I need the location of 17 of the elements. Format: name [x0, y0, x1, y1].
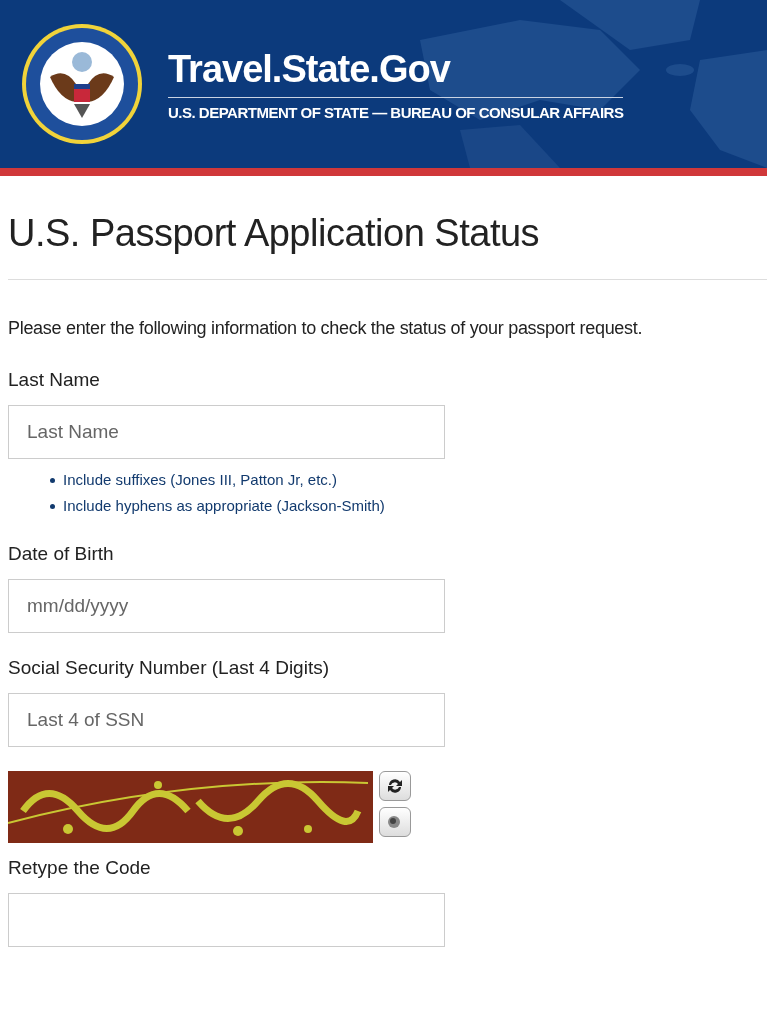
refresh-icon: [385, 776, 405, 796]
audio-button[interactable]: [379, 807, 411, 837]
hint-text: Include suffixes (Jones III, Patton Jr, etc.): [63, 470, 338, 490]
input-field[interactable]: mm/dd/yyyy: [8, 579, 445, 633]
page-title: U.S. Passport Application Status: [8, 212, 541, 255]
intro-text: Please enter the following information to check the status of your passport request.: [8, 318, 644, 339]
input-field[interactable]: [8, 893, 445, 947]
field-label: Social Security Number (Last 4 Digits): [8, 657, 330, 679]
refresh-button[interactable]: [379, 771, 411, 801]
site-title[interactable]: Travel.State.Gov: [168, 47, 624, 98]
field-label: Retype the Code: [8, 857, 152, 879]
field-label: Date of Birth: [8, 543, 115, 565]
hint-text: Include hyphens as appropriate (Jackson-Smith): [63, 496, 385, 516]
field-label: Last Name: [8, 369, 101, 391]
site-subtitle: U.S. DEPARTMENT OF STATE — BUREAU OF CONSULAR AFFAIRS: [168, 103, 624, 121]
input-field[interactable]: Last Name: [8, 405, 445, 459]
input-field[interactable]: Last 4 of SSN: [8, 693, 445, 747]
